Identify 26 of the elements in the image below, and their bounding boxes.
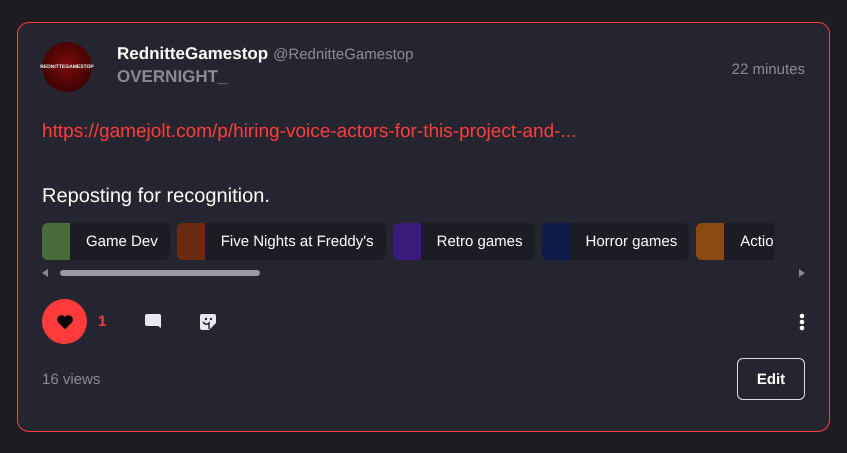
tag-chip[interactable]: Horror games bbox=[542, 223, 690, 260]
heart-icon bbox=[56, 314, 74, 330]
tag-chip[interactable]: Retro games bbox=[392, 223, 534, 260]
author-name[interactable]: RednitteGamestop bbox=[117, 44, 268, 64]
post-text: Reposting for recognition. bbox=[42, 185, 271, 208]
like-count: 1 bbox=[98, 313, 106, 330]
tag-chip[interactable]: Five Nights at Freddy's bbox=[176, 223, 386, 260]
like-button[interactable] bbox=[42, 299, 87, 344]
author-handle[interactable]: @RednitteGamestop bbox=[273, 46, 414, 63]
photo-placeholder bbox=[696, 223, 724, 260]
post-link[interactable]: https://gamejolt.com/p/hiring-voice-actors-for-this-project-and-... bbox=[42, 121, 805, 143]
view-count: 16 views bbox=[42, 370, 100, 388]
sticker-icon[interactable] bbox=[198, 312, 218, 332]
post-time: 22 minutes bbox=[732, 61, 805, 78]
scrollbar-thumb[interactable] bbox=[60, 270, 260, 276]
edit-button[interactable]: Edit bbox=[737, 358, 805, 400]
community-name[interactable]: OVERNIGHT_ bbox=[117, 67, 414, 87]
tag-chip[interactable]: Game Dev bbox=[42, 223, 170, 260]
scroll-right-icon[interactable] bbox=[799, 269, 805, 277]
tag-chip[interactable]: Actio bbox=[696, 223, 774, 260]
photo-placeholder bbox=[176, 223, 205, 260]
more-options-icon[interactable] bbox=[799, 312, 805, 330]
scroll-left-icon[interactable] bbox=[42, 269, 48, 277]
photo-placeholder bbox=[392, 223, 421, 260]
photo-placeholder bbox=[42, 223, 70, 260]
photo-placeholder bbox=[542, 223, 570, 260]
